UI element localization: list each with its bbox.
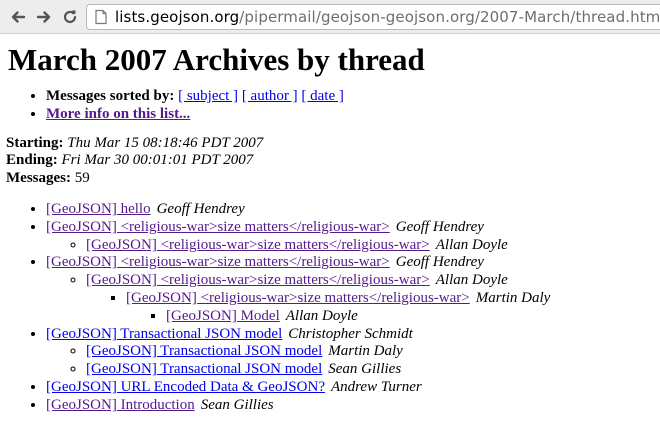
sorted-by-label: Messages sorted by: bbox=[46, 88, 175, 104]
thread-link[interactable]: [GeoJSON] <religious-war>size matters</r… bbox=[86, 237, 430, 253]
thread-author: Andrew Turner bbox=[330, 379, 422, 396]
thread-item: [GeoJSON] Introduction Sean Gillies bbox=[46, 397, 654, 415]
reply-item: [GeoJSON] <religious-war>size matters</r… bbox=[126, 290, 654, 326]
thread-author: Geoff Hendrey bbox=[156, 201, 245, 218]
thread-author: Allan Doyle bbox=[435, 272, 508, 289]
thread-link[interactable]: [GeoJSON] Transactional JSON model bbox=[46, 326, 282, 342]
thread-item: [GeoJSON] <religious-war>size matters</r… bbox=[46, 254, 654, 325]
page-icon bbox=[95, 9, 107, 25]
thread-author: Sean Gillies bbox=[328, 361, 402, 378]
sort-options-list: Messages sorted by: [ subject ] [ author… bbox=[6, 88, 654, 124]
thread-link[interactable]: [GeoJSON] hello bbox=[46, 201, 151, 217]
reload-icon[interactable] bbox=[58, 5, 82, 29]
thread-link[interactable]: [GeoJSON] Transactional JSON model bbox=[86, 361, 322, 377]
reply-list: [GeoJSON] <religious-war>size matters</r… bbox=[46, 272, 654, 325]
sort-by-date-link[interactable]: [ date ] bbox=[301, 88, 343, 104]
thread-link[interactable]: [GeoJSON] <religious-war>size matters</r… bbox=[46, 254, 390, 270]
thread-author: Martin Daly bbox=[475, 290, 551, 307]
reply-list: [GeoJSON] Transactional JSON model Martin… bbox=[46, 343, 654, 379]
thread-link[interactable]: [GeoJSON] Model bbox=[166, 308, 280, 324]
url-path: /pipermail/geojson-geojson.org/2007-Marc… bbox=[239, 8, 660, 26]
sort-by-author-link[interactable]: [ author ] bbox=[242, 88, 298, 104]
ending-value: Fri Mar 30 00:01:01 PDT 2007 bbox=[61, 152, 254, 169]
reply-list: [GeoJSON] Model Allan Doyle bbox=[126, 308, 654, 326]
thread-link[interactable]: [GeoJSON] <religious-war>size matters</r… bbox=[46, 219, 390, 235]
more-info-link[interactable]: More info on this list... bbox=[46, 106, 190, 122]
reply-item: [GeoJSON] <religious-war>size matters</r… bbox=[86, 272, 654, 325]
reply-list: [GeoJSON] <religious-war>size matters</r… bbox=[86, 290, 654, 326]
messages-count: 59 bbox=[74, 169, 90, 186]
thread-author: Sean Gillies bbox=[200, 396, 274, 413]
thread-author: Allan Doyle bbox=[285, 307, 358, 324]
thread-link[interactable]: [GeoJSON] <religious-war>size matters</r… bbox=[126, 290, 470, 306]
thread-item: [GeoJSON] hello Geoff Hendrey bbox=[46, 201, 654, 219]
forward-arrow-icon[interactable] bbox=[32, 5, 56, 29]
messages-label: Messages: bbox=[6, 169, 71, 186]
thread-author: Allan Doyle bbox=[435, 236, 508, 253]
thread-author: Christopher Schmidt bbox=[288, 325, 413, 342]
thread-author: Geoff Hendrey bbox=[395, 254, 484, 271]
reply-item: [GeoJSON] Transactional JSON model Sean G… bbox=[86, 361, 654, 379]
thread-link[interactable]: [GeoJSON] <religious-war>size matters</r… bbox=[86, 272, 430, 288]
thread-item: [GeoJSON] URL Encoded Data & GeoJSON? And… bbox=[46, 379, 654, 397]
reply-item: [GeoJSON] Transactional JSON model Martin… bbox=[86, 343, 654, 361]
thread-item: [GeoJSON] Transactional JSON modelChrist… bbox=[46, 326, 654, 379]
thread-link[interactable]: [GeoJSON] Transactional JSON model bbox=[86, 343, 322, 359]
archive-info: Starting: Thu Mar 15 08:18:46 PDT 2007 E… bbox=[6, 135, 654, 188]
browser-toolbar: lists.geojson.org/pipermail/geojson-geoj… bbox=[0, 0, 660, 34]
more-info-item: More info on this list... bbox=[46, 106, 654, 124]
reply-list: [GeoJSON] <religious-war>size matters</r… bbox=[46, 237, 654, 255]
page-content: March 2007 Archives by thread Messages s… bbox=[0, 42, 660, 415]
thread-link[interactable]: [GeoJSON] URL Encoded Data & GeoJSON? bbox=[46, 379, 325, 395]
address-bar[interactable]: lists.geojson.org/pipermail/geojson-geoj… bbox=[86, 4, 660, 30]
url-host: lists.geojson.org bbox=[115, 8, 240, 26]
sort-by-subject-link[interactable]: [ subject ] bbox=[178, 88, 238, 104]
reply-item: [GeoJSON] <religious-war>size matters</r… bbox=[86, 237, 654, 255]
thread-link[interactable]: [GeoJSON] Introduction bbox=[46, 397, 195, 413]
starting-value: Thu Mar 15 08:18:46 PDT 2007 bbox=[67, 134, 264, 151]
sort-options-item: Messages sorted by: [ subject ] [ author… bbox=[46, 88, 654, 106]
thread-item: [GeoJSON] <religious-war>size matters</r… bbox=[46, 219, 654, 255]
ending-label: Ending: bbox=[6, 152, 58, 169]
thread-author: Geoff Hendrey bbox=[395, 218, 484, 235]
reply-item: [GeoJSON] Model Allan Doyle bbox=[166, 308, 654, 326]
page-title: March 2007 Archives by thread bbox=[8, 42, 425, 77]
back-arrow-icon[interactable] bbox=[6, 5, 30, 29]
starting-label: Starting: bbox=[6, 134, 64, 151]
thread-list: [GeoJSON] hello Geoff Hendrey [GeoJSON] <… bbox=[6, 201, 654, 415]
thread-author: Martin Daly bbox=[328, 343, 403, 360]
